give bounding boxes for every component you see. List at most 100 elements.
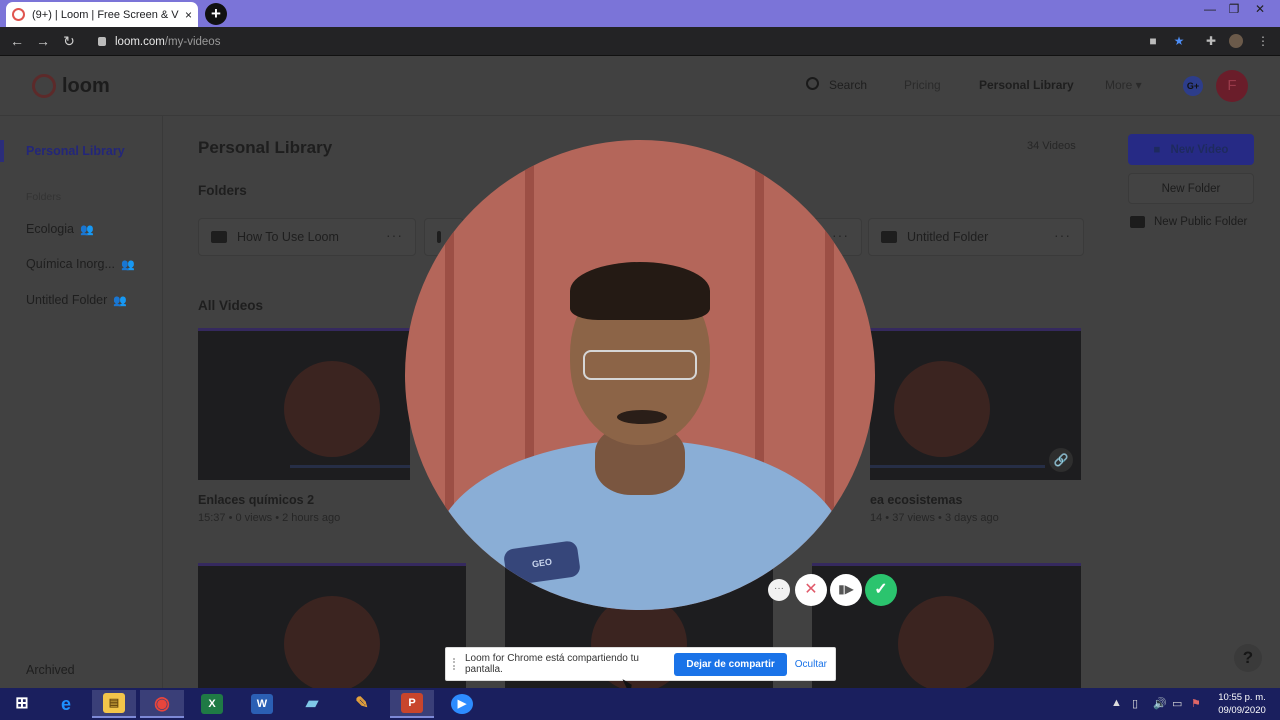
- taskbar-word[interactable]: W: [240, 690, 284, 718]
- google-plus-badge[interactable]: G+: [1183, 76, 1203, 96]
- folder-options-icon[interactable]: ···: [386, 227, 403, 243]
- moustache: [617, 410, 667, 424]
- personal-library-link[interactable]: Personal Library: [979, 78, 1074, 92]
- tab-title: (9+) | Loom | Free Screen & V: [32, 8, 179, 21]
- taskbar-notes[interactable]: ▰: [290, 690, 334, 718]
- extensions-icon[interactable]: ✚: [1204, 34, 1218, 48]
- video-meta: 15:37 • 0 views • 2 hours ago: [198, 512, 341, 524]
- video-thumbnail[interactable]: [198, 328, 410, 480]
- zoom-icon: ▶: [451, 694, 473, 714]
- hide-link[interactable]: Ocultar: [795, 659, 827, 670]
- notes-icon: ▰: [305, 695, 319, 712]
- taskbar-zoom[interactable]: ▶: [440, 690, 484, 718]
- screen-share-notification: Loom for Chrome está compartiendo tu pan…: [445, 647, 836, 681]
- new-public-folder-button[interactable]: New Public Folder: [1130, 216, 1247, 228]
- video-thumbnail[interactable]: 🔗: [870, 328, 1081, 480]
- webcam-preview: [284, 596, 380, 688]
- menu-kebab-icon[interactable]: ⋮: [1256, 34, 1270, 48]
- taskbar-file-explorer[interactable]: ▤: [92, 690, 136, 718]
- back-icon[interactable]: ←: [8, 32, 26, 50]
- share-message: Loom for Chrome está compartiendo tu pan…: [465, 653, 639, 675]
- taskbar-chrome[interactable]: ◉: [140, 690, 184, 718]
- close-tab-icon[interactable]: ×: [185, 8, 192, 22]
- profile-avatar-icon[interactable]: [1229, 34, 1243, 48]
- new-folder-button[interactable]: New Folder: [1128, 173, 1254, 204]
- page-title: Personal Library: [198, 138, 333, 157]
- stop-sharing-button[interactable]: Dejar de compartir: [674, 652, 787, 676]
- new-tab-button[interactable]: +: [205, 3, 227, 25]
- taskbar-powerpoint[interactable]: P: [390, 690, 434, 718]
- webcam-bubble[interactable]: GEO: [405, 140, 875, 610]
- help-button[interactable]: ?: [1234, 644, 1262, 672]
- video-title[interactable]: Enlaces químicos 2: [198, 493, 314, 507]
- file-explorer-icon: ▤: [103, 693, 125, 713]
- restore-icon[interactable]: ❐: [1222, 0, 1246, 27]
- volume-icon[interactable]: 🔊: [1153, 697, 1167, 710]
- search-link[interactable]: Search: [829, 78, 867, 92]
- video-count: 34 Videos: [1027, 140, 1076, 152]
- loom-logo[interactable]: loom: [32, 74, 110, 98]
- tray-overflow-icon[interactable]: ▲: [1111, 697, 1122, 709]
- taskbar-internet-explorer[interactable]: e: [44, 690, 88, 718]
- finish-recording-icon[interactable]: ✓: [865, 574, 897, 606]
- shared-people-icon: 👥: [79, 224, 94, 236]
- camera-icon[interactable]: ■: [1146, 34, 1160, 48]
- webcam-preview: [284, 361, 380, 457]
- paint-icon: ✎: [355, 695, 369, 712]
- recording-more-button[interactable]: ···: [768, 579, 790, 601]
- taskbar-excel[interactable]: X: [190, 690, 234, 718]
- new-video-button[interactable]: ■ New Video: [1128, 134, 1254, 165]
- video-thumbnail[interactable]: [198, 563, 466, 688]
- system-clock[interactable]: 10:55 p. m. 09/09/2020: [1212, 691, 1272, 717]
- sidebar-item-untitled-folder[interactable]: Untitled Folder 👥: [26, 293, 127, 307]
- forward-icon[interactable]: →: [34, 32, 52, 50]
- folder-card[interactable]: Untitled Folder ···: [868, 218, 1084, 256]
- link-icon[interactable]: 🔗: [1049, 448, 1073, 472]
- shared-folder-icon: [437, 231, 441, 243]
- close-window-icon[interactable]: ✕: [1248, 0, 1272, 27]
- cancel-recording-icon[interactable]: ✕: [795, 574, 827, 606]
- loom-logo-icon: [32, 74, 56, 98]
- video-title[interactable]: ea ecosistemas: [870, 493, 962, 507]
- network-icon[interactable]: ▭: [1172, 697, 1182, 710]
- browser-tab-loom[interactable]: (9+) | Loom | Free Screen & V ×: [6, 2, 198, 27]
- more-menu[interactable]: More ▾: [1105, 78, 1142, 92]
- internet-explorer-icon: e: [60, 694, 71, 714]
- tray-app-icon[interactable]: ▯: [1132, 697, 1138, 710]
- drag-handle-icon[interactable]: [453, 658, 459, 670]
- folder-options-icon[interactable]: ···: [1054, 227, 1071, 243]
- camera-icon: ■: [1153, 143, 1161, 156]
- all-videos-heading: All Videos: [198, 298, 264, 313]
- windows-start-icon: ⊞: [15, 695, 29, 712]
- taskbar-paint[interactable]: ✎: [340, 690, 384, 718]
- webcam-preview: [898, 596, 994, 688]
- user-avatar[interactable]: F: [1216, 70, 1248, 102]
- sidebar-item-ecologia[interactable]: Ecologia 👥: [26, 222, 94, 236]
- clock-date: 09/09/2020: [1218, 705, 1266, 716]
- reload-icon[interactable]: ↻: [60, 32, 78, 50]
- minimize-icon[interactable]: —: [1198, 0, 1222, 27]
- sidebar-item-personal-library[interactable]: Personal Library: [26, 144, 125, 158]
- loom-favicon-icon: [12, 8, 25, 21]
- folder-card[interactable]: How To Use Loom ···: [198, 218, 416, 256]
- excel-icon: X: [201, 694, 223, 714]
- search-icon[interactable]: [806, 77, 819, 90]
- sidebar-item-archived[interactable]: Archived: [26, 663, 75, 677]
- url-field[interactable]: loom.com/my-videos: [88, 30, 1138, 53]
- pause-recording-icon[interactable]: ▮▶: [830, 574, 862, 606]
- sidebar-item-quimica[interactable]: Química Inorg... 👥: [26, 257, 135, 271]
- bookmark-star-icon[interactable]: ★: [1172, 34, 1186, 48]
- pricing-link[interactable]: Pricing: [904, 78, 941, 92]
- shared-people-icon: 👥: [113, 295, 127, 307]
- sidebar-folders-label: Folders: [26, 191, 62, 203]
- folder-options-icon[interactable]: ···: [832, 227, 849, 243]
- controls-bar: [870, 465, 1045, 468]
- security-alert-icon[interactable]: ⚑: [1191, 697, 1201, 710]
- taskbar-start[interactable]: ⊞: [0, 690, 44, 718]
- folders-heading: Folders: [198, 183, 247, 198]
- logo-text: loom: [62, 74, 110, 97]
- glasses: [583, 350, 697, 380]
- sidebar: Personal Library Folders Ecologia 👥 Quími…: [0, 116, 163, 688]
- chrome-icon: ◉: [154, 693, 170, 713]
- address-bar-row: ← → ↻ loom.com/my-videos ■ ★ ✚ ⋮: [0, 27, 1280, 56]
